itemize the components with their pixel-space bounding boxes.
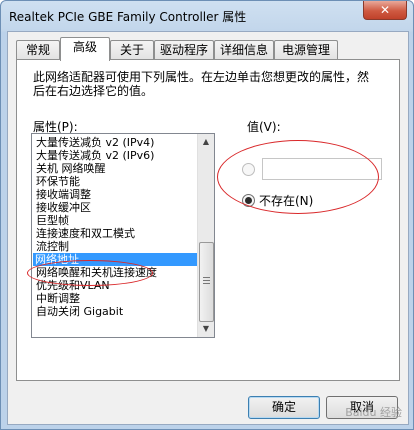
- list-item[interactable]: 大量传送减负 v2 (IPv6): [34, 149, 156, 162]
- tab-driver[interactable]: 驱动程序: [154, 40, 214, 60]
- tab-about[interactable]: 关于: [110, 40, 154, 60]
- properties-dialog: Realtek PCIe GBE Family Controller 属性 ✕ …: [0, 0, 414, 430]
- list-item[interactable]: 自动关闭 Gigabit: [34, 305, 125, 318]
- list-item[interactable]: 巨型帧: [34, 214, 71, 227]
- scroll-down-icon[interactable]: ▼: [198, 321, 214, 337]
- advanced-panel: 此网络适配器可使用下列属性。在左边单击您想更改的属性，然后在右边选择它的值。 属…: [16, 59, 400, 381]
- list-item[interactable]: 中断调整: [34, 292, 82, 305]
- window-title: Realtek PCIe GBE Family Controller 属性: [9, 10, 247, 24]
- annotation-ellipse-list: [27, 260, 153, 286]
- tab-power-management[interactable]: 电源管理: [274, 40, 338, 60]
- title-bar: Realtek PCIe GBE Family Controller 属性 ✕: [1, 1, 413, 31]
- list-item[interactable]: 接收端调整: [34, 188, 93, 201]
- list-item[interactable]: 环保节能: [34, 175, 82, 188]
- list-item[interactable]: 连接速度和双工模式: [34, 227, 137, 240]
- value-label: 值(V):: [247, 120, 281, 134]
- watermark-logo: Baidu 经验: [345, 406, 402, 419]
- panel-description: 此网络适配器可使用下列属性。在左边单击您想更改的属性，然后在右边选择它的值。: [33, 70, 370, 98]
- tab-details[interactable]: 详细信息: [214, 40, 274, 60]
- list-item[interactable]: 接收缓冲区: [34, 201, 93, 214]
- close-button[interactable]: ✕: [363, 1, 407, 20]
- ok-button[interactable]: 确定: [248, 396, 320, 419]
- property-list[interactable]: 大量传送减负 v2 (IPv4) 大量传送减负 v2 (IPv6) 关机 网络唤…: [31, 133, 215, 338]
- list-item[interactable]: 关机 网络唤醒: [34, 162, 108, 175]
- list-item[interactable]: 大量传送减负 v2 (IPv4): [34, 136, 156, 149]
- list-scrollbar[interactable]: ▲ ▼: [197, 134, 214, 337]
- tab-advanced[interactable]: 高级: [60, 37, 110, 61]
- scroll-thumb[interactable]: [199, 242, 214, 322]
- list-item[interactable]: 流控制: [34, 240, 71, 253]
- annotation-ellipse-value: [217, 140, 379, 214]
- dialog-client-area: 常规 高级 关于 驱动程序 详细信息 电源管理 此网络适配器可使用下列属性。在左…: [7, 31, 409, 425]
- tab-general[interactable]: 常规: [16, 40, 60, 60]
- scroll-up-icon[interactable]: ▲: [198, 134, 214, 150]
